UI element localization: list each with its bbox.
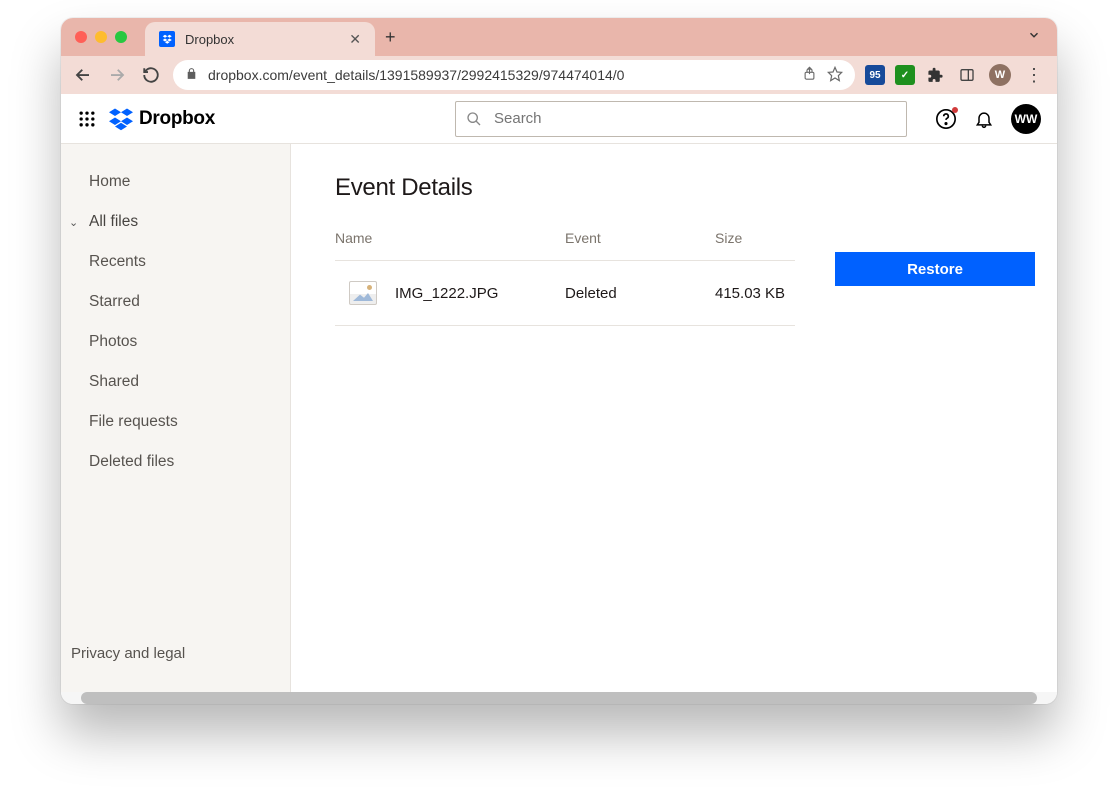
app-header: Dropbox WW — [61, 94, 1057, 144]
sidebar-item-starred[interactable]: Starred — [61, 282, 290, 322]
sidebar-footer-link[interactable]: Privacy and legal — [61, 645, 290, 674]
panel-toggle-icon[interactable] — [955, 63, 979, 87]
app-body: Home ⌄ All files Recents Starred Photos … — [61, 144, 1057, 692]
file-size: 415.03 KB — [715, 285, 795, 302]
image-file-icon — [349, 281, 377, 305]
bookmark-star-icon[interactable] — [827, 66, 843, 85]
tab-title: Dropbox — [185, 32, 234, 47]
new-tab-button[interactable]: + — [385, 27, 396, 48]
file-event: Deleted — [565, 285, 715, 302]
table-row[interactable]: IMG_1222.JPG Deleted 415.03 KB — [335, 261, 795, 326]
extension-icon-2[interactable]: ✓ — [895, 65, 915, 85]
share-icon[interactable] — [802, 66, 817, 84]
dropbox-logo-icon — [109, 107, 133, 131]
browser-menu-icon[interactable]: ⋮ — [1021, 65, 1047, 86]
search-input[interactable] — [455, 101, 907, 137]
extensions-menu-icon[interactable] — [925, 65, 945, 85]
col-header-size: Size — [715, 230, 795, 246]
browser-profile-avatar[interactable]: W — [989, 64, 1011, 86]
extension-icon-1[interactable]: 95 — [865, 65, 885, 85]
user-avatar[interactable]: WW — [1011, 104, 1041, 134]
main-content: Event Details Name Event Size IMG_1222.J… — [291, 144, 1057, 692]
browser-tabstrip: Dropbox ✕ + — [61, 18, 1057, 56]
restore-button[interactable]: Restore — [835, 252, 1035, 286]
brand-text: Dropbox — [139, 108, 215, 130]
horizontal-scrollbar[interactable] — [61, 692, 1057, 704]
dropbox-logo[interactable]: Dropbox — [109, 107, 215, 131]
window-controls — [75, 31, 127, 43]
omnibox[interactable]: dropbox.com/event_details/1391589937/299… — [173, 60, 855, 90]
sidebar-item-shared[interactable]: Shared — [61, 362, 290, 402]
search-icon — [466, 111, 482, 127]
sidebar-item-deleted-files[interactable]: Deleted files — [61, 442, 290, 482]
window-close-button[interactable] — [75, 31, 87, 43]
window-maximize-button[interactable] — [115, 31, 127, 43]
browser-tab[interactable]: Dropbox ✕ — [145, 22, 375, 56]
sidebar-item-recents[interactable]: Recents — [61, 242, 290, 282]
event-table: Name Event Size IMG_1222.JPG Deleted 415… — [335, 230, 795, 326]
file-name: IMG_1222.JPG — [395, 285, 498, 302]
page-title: Event Details — [335, 174, 1017, 202]
col-header-name: Name — [335, 230, 565, 246]
table-header: Name Event Size — [335, 230, 795, 261]
scrollbar-thumb[interactable] — [81, 692, 1037, 704]
help-icon[interactable] — [935, 108, 957, 130]
nav-forward-button[interactable] — [105, 63, 129, 87]
app-launcher-icon[interactable] — [77, 109, 97, 129]
chevron-down-icon: ⌄ — [69, 216, 78, 229]
sidebar-item-file-requests[interactable]: File requests — [61, 402, 290, 442]
browser-window: Dropbox ✕ + dropbox.com/eve — [61, 18, 1057, 704]
bell-icon[interactable] — [973, 108, 995, 130]
nav-back-button[interactable] — [71, 63, 95, 87]
nav-reload-button[interactable] — [139, 63, 163, 87]
sidebar: Home ⌄ All files Recents Starred Photos … — [61, 144, 291, 692]
url-text: dropbox.com/event_details/1391589937/299… — [208, 67, 624, 83]
tabs-dropdown-icon[interactable] — [1027, 28, 1041, 47]
browser-address-bar: dropbox.com/event_details/1391589937/299… — [61, 56, 1057, 94]
notification-dot — [952, 107, 958, 113]
search-field[interactable] — [492, 109, 896, 128]
sidebar-item-home[interactable]: Home — [61, 162, 290, 202]
window-minimize-button[interactable] — [95, 31, 107, 43]
lock-icon — [185, 67, 198, 83]
sidebar-item-all-files[interactable]: ⌄ All files — [61, 202, 290, 242]
sidebar-item-photos[interactable]: Photos — [61, 322, 290, 362]
tab-close-icon[interactable]: ✕ — [349, 31, 361, 48]
col-header-event: Event — [565, 230, 715, 246]
dropbox-favicon-icon — [159, 31, 175, 47]
